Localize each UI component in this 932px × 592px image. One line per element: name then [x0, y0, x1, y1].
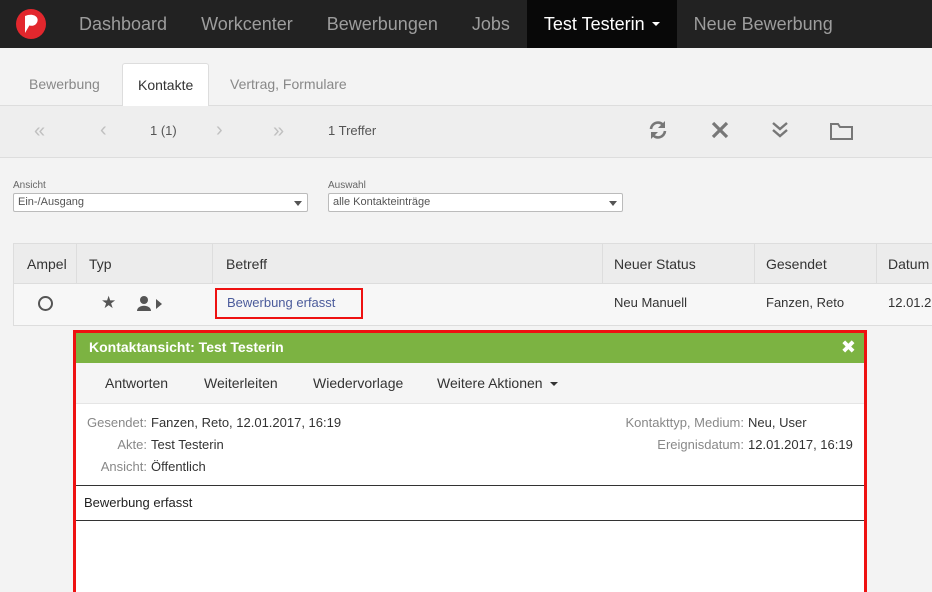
popup-header: Kontaktansicht: Test Testerin ✖ [76, 333, 864, 363]
column-header-datum[interactable]: Datum [888, 256, 929, 272]
antworten-button[interactable]: Antworten [105, 375, 168, 391]
dropdown-arrow-icon [294, 201, 302, 206]
contact-view-popup: Kontaktansicht: Test Testerin ✖ Antworte… [73, 330, 867, 592]
nav-label: Test Testerin [543, 13, 645, 34]
ansicht-select[interactable]: Ein-/Ausgang [13, 193, 308, 212]
nav-label: Workcenter [201, 13, 293, 34]
status-cell: Neu Manuell [614, 295, 687, 310]
nav-candidate-dropdown[interactable]: Test Testerin [526, 0, 677, 48]
weitere-aktionen-dropdown[interactable]: Weitere Aktionen [437, 375, 558, 391]
nav-bewerbungen[interactable]: Bewerbungen [310, 0, 455, 48]
nav-jobs[interactable]: Jobs [455, 0, 527, 48]
column-divider [76, 244, 77, 284]
last-page-icon[interactable]: » [273, 120, 284, 143]
ansicht-label: Ansicht [13, 180, 46, 191]
tab-bar: Bewerbung Kontakte Vertrag, Formulare [0, 48, 932, 107]
refresh-icon[interactable] [647, 119, 669, 147]
nav-label: Neue Bewerbung [693, 13, 833, 34]
table-header: Ampel Typ Betreff Neuer Status Gesendet … [14, 244, 932, 284]
akte-label: Akte: [117, 437, 147, 452]
hit-count: 1 Treffer [328, 123, 377, 138]
nav-label: Bewerbungen [326, 13, 438, 34]
nav-label: Dashboard [79, 13, 168, 34]
chevron-double-down-icon[interactable] [771, 120, 789, 146]
first-page-icon[interactable]: « [34, 120, 45, 143]
subject-text: Bewerbung erfasst [84, 495, 193, 510]
tab-label: Vertrag, Formulare [230, 76, 347, 92]
top-navbar: Dashboard Workcenter Bewerbungen Jobs Te… [0, 0, 932, 48]
tab-label: Kontakte [138, 77, 194, 93]
popup-title: Kontaktansicht: Test Testerin [89, 339, 284, 355]
weiterleiten-button[interactable]: Weiterleiten [204, 375, 278, 391]
page-indicator: 1 (1) [150, 123, 177, 138]
next-page-icon[interactable]: › [216, 119, 223, 142]
brand-logo-icon [16, 9, 46, 39]
akte-link[interactable]: Test Testerin [151, 437, 224, 452]
column-header-typ[interactable]: Typ [89, 256, 112, 272]
auswahl-label: Auswahl [328, 180, 366, 191]
column-header-betreff[interactable]: Betreff [226, 256, 267, 272]
column-divider [212, 244, 213, 284]
close-icon[interactable]: ✖ [841, 337, 856, 358]
weitere-aktionen-label: Weitere Aktionen [437, 375, 543, 391]
kontakttyp-value: Neu, User [748, 415, 807, 430]
gesendet-label: Gesendet: [87, 415, 147, 430]
column-header-gesendet[interactable]: Gesendet [766, 256, 827, 272]
column-header-neuer-status[interactable]: Neuer Status [614, 256, 696, 272]
auswahl-select-value: alle Kontakteinträge [333, 196, 431, 208]
datum-cell: 12.01.2 [888, 295, 932, 310]
nav-label: Jobs [471, 13, 510, 34]
ansicht-meta-value: Öffentlich [151, 459, 206, 474]
auswahl-select[interactable]: alle Kontakteinträge [328, 193, 623, 212]
tab-label: Bewerbung [29, 76, 100, 92]
brand-logo[interactable] [0, 0, 62, 48]
caret-down-icon [549, 382, 558, 387]
popup-action-bar: Antworten Weiterleiten Wiedervorlage Wei… [76, 363, 864, 404]
column-divider [602, 244, 603, 284]
wiedervorlage-button[interactable]: Wiedervorlage [313, 375, 403, 391]
close-icon[interactable] [710, 120, 730, 146]
ereignisdatum-label: Ereignisdatum: [657, 437, 744, 452]
user-outgoing-icon [137, 295, 163, 317]
kontakttyp-label: Kontakttyp, Medium: [625, 415, 745, 430]
column-divider [876, 244, 877, 284]
nav-neue-bewerbung[interactable]: Neue Bewerbung [677, 0, 850, 48]
traffic-light-icon [38, 296, 53, 311]
message-subject: Bewerbung erfasst [76, 485, 864, 521]
ereignisdatum-value: 12.01.2017, 16:19 [748, 437, 853, 452]
gesendet-value: Fanzen, Reto, 12.01.2017, 16:19 [151, 415, 342, 430]
tab-kontakte[interactable]: Kontakte [122, 63, 210, 107]
tab-vertrag-formulare[interactable]: Vertrag, Formulare [215, 63, 362, 107]
prev-page-icon[interactable]: ‹ [100, 119, 107, 142]
contacts-table: Ampel Typ Betreff Neuer Status Gesendet … [13, 243, 932, 326]
tab-bewerbung[interactable]: Bewerbung [14, 63, 115, 107]
nav-workcenter[interactable]: Workcenter [184, 0, 310, 48]
caret-down-icon [651, 22, 660, 26]
column-header-ampel[interactable]: Ampel [27, 256, 67, 272]
star-icon[interactable]: ★ [101, 293, 116, 313]
ansicht-meta-label: Ansicht: [100, 459, 147, 474]
highlight-outline [215, 288, 363, 319]
ansicht-select-value: Ein-/Ausgang [18, 196, 85, 208]
column-divider [754, 244, 755, 284]
nav-dashboard[interactable]: Dashboard [62, 0, 184, 48]
gesendet-cell: Fanzen, Reto [766, 295, 845, 310]
pager-toolbar: « ‹ 1 (1) › » 1 Treffer [0, 106, 932, 158]
dropdown-arrow-icon [609, 201, 617, 206]
folder-icon[interactable] [829, 120, 854, 148]
